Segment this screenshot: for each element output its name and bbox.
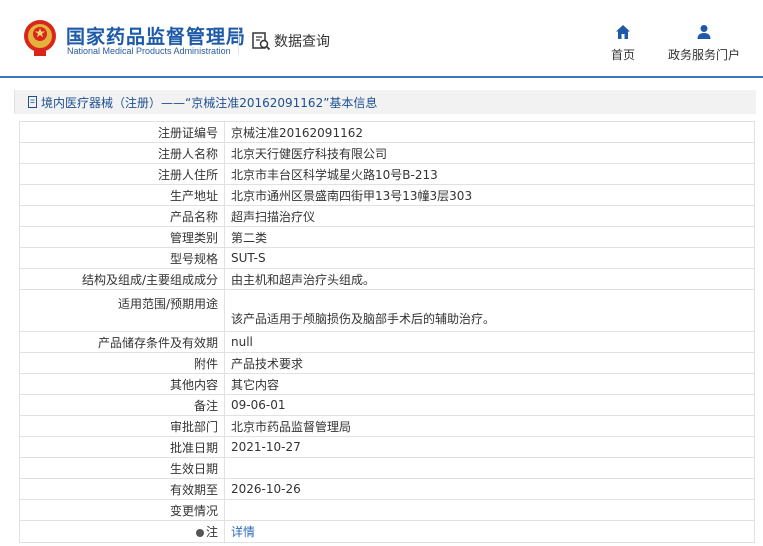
nav-home[interactable]: 首页 [611,24,635,63]
site-header: 国家药品监督管理局 National Medical Products Admi… [0,0,763,78]
document-icon [28,96,37,108]
field-label: 结构及组成/主要组成成分 [19,268,225,290]
field-label: 型号规格 [19,247,225,269]
field-label: 产品名称 [19,205,225,227]
header-divider [238,26,239,54]
field-label: 适用范围/预期用途 [19,289,225,332]
field-label: 生效日期 [19,457,225,479]
table-row: 结构及组成/主要组成成分 由主机和超声治疗头组成。 [19,268,755,290]
field-value: 该产品适用于颅脑损伤及脑部手术后的辅助治疗。 [224,289,755,332]
table-row-note: 注详情 [19,520,755,543]
breadcrumb-text[interactable]: 境内医疗器械（注册）——“京械注准20162091162”基本信息 [41,94,377,111]
table-row: 产品储存条件及有效期 null [19,331,755,353]
table-row: 其他内容 其它内容 [19,373,755,395]
field-label: 其他内容 [19,373,225,395]
table-row: 适用范围/预期用途 该产品适用于颅脑损伤及脑部手术后的辅助治疗。 [19,289,755,332]
table-row: 型号规格 SUT-S [19,247,755,269]
field-label: 注册人名称 [19,142,225,164]
field-label: 管理类别 [19,226,225,248]
table-row: 注册证编号 京械注准20162091162 [19,121,755,143]
table-row: 备注 09-06-01 [19,394,755,416]
nav-government-portal[interactable]: 政务服务门户 [668,24,740,63]
site-logo-title[interactable]: 国家药品监督管理局 [66,22,246,49]
table-row: 批准日期 2021-10-27 [19,436,755,458]
field-value: 北京天行健医疗科技有限公司 [224,142,755,164]
user-icon [697,25,711,39]
field-value: 由主机和超声治疗头组成。 [224,268,755,290]
table-row: 审批部门 北京市药品监督管理局 [19,415,755,437]
table-row: 有效期至 2026-10-26 [19,478,755,500]
breadcrumb: 境内医疗器械（注册）——“京械注准20162091162”基本信息 [14,90,756,114]
home-icon [616,25,630,39]
field-value: 第二类 [224,226,755,248]
field-label: 备注 [19,394,225,416]
registration-info-table: 注册证编号 京械注准20162091162 注册人名称 北京天行健医疗科技有限公司 注册… [19,121,755,543]
table-row: 管理类别 第二类 [19,226,755,248]
field-label: 注册证编号 [19,121,225,143]
nav-portal-label: 政务服务门户 [668,48,741,62]
field-label: 生产地址 [19,184,225,206]
table-row: 生效日期 [19,457,755,479]
note-bullet-icon [195,528,204,537]
header-bottom-line [0,76,763,78]
site-logo-subtitle: National Medical Products Administration [67,46,231,56]
field-value: 其它内容 [224,373,755,395]
table-row: 变更情况 [19,499,755,521]
field-value [224,457,755,479]
field-value: null [224,331,755,353]
note-label-cell: 注 [19,520,225,543]
field-label: 产品储存条件及有效期 [19,331,225,353]
field-label: 注册人住所 [19,163,225,185]
field-label: 附件 [19,352,225,374]
field-value: 京械注准20162091162 [224,121,755,143]
table-row: 注册人住所 北京市丰台区科学城星火路10号B-213 [19,163,755,185]
field-label: 有效期至 [19,478,225,500]
field-label: 变更情况 [19,499,225,521]
national-emblem-icon [24,20,56,56]
field-value: 2021-10-27 [224,436,755,458]
field-value: 超声扫描治疗仪 [224,205,755,227]
field-value: 2026-10-26 [224,478,755,500]
table-row: 生产地址 北京市通州区景盛南四街甲13号13幢3层303 [19,184,755,206]
data-query-label: 数据查询 [274,34,330,50]
details-link[interactable]: 详情 [231,525,255,539]
note-label: 注 [205,525,218,539]
field-value: 产品技术要求 [224,352,755,374]
data-query-link[interactable]: 数据查询 [251,30,330,52]
table-row: 附件 产品技术要求 [19,352,755,374]
field-label: 审批部门 [19,415,225,437]
field-value: 北京市丰台区科学城星火路10号B-213 [224,163,755,185]
table-row: 注册人名称 北京天行健医疗科技有限公司 [19,142,755,164]
field-value [224,499,755,521]
nav-home-label: 首页 [611,48,636,62]
table-row: 产品名称 超声扫描治疗仪 [19,205,755,227]
data-query-icon [252,32,271,51]
note-value-cell: 详情 [224,520,755,543]
field-value: 北京市药品监督管理局 [224,415,755,437]
field-value: 09-06-01 [224,394,755,416]
field-value: 北京市通州区景盛南四街甲13号13幢3层303 [224,184,755,206]
field-value: SUT-S [224,247,755,269]
field-label: 批准日期 [19,436,225,458]
